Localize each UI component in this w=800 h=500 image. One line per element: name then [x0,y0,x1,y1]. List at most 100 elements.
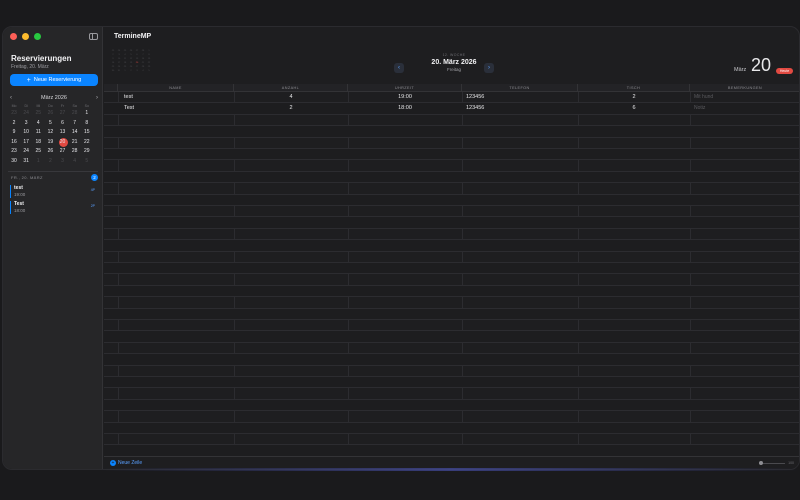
calendar-day[interactable]: 23 [8,147,20,157]
column-header-bemerkungen[interactable]: BEMERKUNGEN [690,84,799,92]
table-cell-uhrzeit[interactable]: 18:00 [348,103,462,114]
previous-day-button[interactable]: ‹ [394,63,404,73]
calendar-day[interactable]: 6 [57,119,69,129]
calendar-day[interactable]: 14 [69,128,81,138]
calendar-day[interactable]: 24 [20,147,32,157]
calendar-day[interactable]: 15 [81,128,93,138]
calendar-day[interactable]: 26 [44,147,56,157]
table-row[interactable] [104,252,799,263]
calendar-day[interactable]: 19 [44,138,56,148]
table-row[interactable] [104,308,799,320]
calendar-day[interactable]: 5 [44,119,56,129]
table-row[interactable] [104,297,799,309]
table-row[interactable] [104,354,799,366]
calendar-day[interactable]: 16 [8,138,20,148]
close-window-button[interactable] [10,33,17,40]
calendar-day[interactable]: 18 [32,138,44,148]
calendar-day[interactable]: 17 [20,138,32,148]
new-reservation-button[interactable]: + Neue Reservierung [10,74,98,86]
chevron-left-icon[interactable]: ‹ [10,95,12,101]
table-cell-tisch[interactable]: 2 [578,92,690,103]
calendar-day[interactable]: 26 [44,109,56,119]
zoom-slider[interactable] [759,461,786,465]
table-row[interactable] [104,229,799,241]
calendar-day[interactable]: 23 [8,109,20,119]
calendar-day[interactable]: 27 [57,147,69,157]
today-button[interactable]: Heute [776,68,793,74]
table-cell-telefon[interactable]: 123456 [466,92,578,103]
calendar-day[interactable]: 5 [81,157,93,167]
calendar-day[interactable]: 1 [32,157,44,167]
calendar-day[interactable]: 21 [69,138,81,148]
calendar-day[interactable]: 22 [81,138,93,148]
calendar-day[interactable]: 3 [57,157,69,167]
calendar-day[interactable]: 7 [69,119,81,129]
table-row[interactable] [104,240,799,252]
column-header-anzahl[interactable]: ANZAHL [234,84,348,92]
table-row[interactable] [104,343,799,355]
column-header-uhrzeit[interactable]: UHRZEIT [348,84,462,92]
table-row[interactable] [104,263,799,275]
zoom-window-button[interactable] [34,33,41,40]
table-row[interactable] [104,320,799,332]
new-row-button[interactable]: + Neue Zeile [110,460,142,466]
next-day-button[interactable]: › [484,63,494,73]
sidebar-toggle-icon[interactable] [89,33,98,40]
calendar-day[interactable]: 25 [32,147,44,157]
calendar-day[interactable]: 11 [32,128,44,138]
calendar-day[interactable]: 24 [20,109,32,119]
column-header-telefon[interactable]: TELEFON [462,84,578,92]
calendar-day[interactable]: 27 [57,109,69,119]
column-header-name[interactable]: NAME [118,84,234,92]
calendar-day-today[interactable]: 20 [57,138,69,148]
calendar-day[interactable]: 2 [8,119,20,129]
calendar-day[interactable]: 4 [69,157,81,167]
table-cell-tisch[interactable]: 6 [578,103,690,114]
table-row[interactable] [104,388,799,400]
table-row[interactable] [104,138,799,149]
minimize-window-button[interactable] [22,33,29,40]
agenda-item[interactable]: Test 18:00 2P [10,201,100,214]
table-row[interactable] [104,274,799,286]
agenda-item[interactable]: test 19:00 4P [10,185,100,198]
calendar-day[interactable]: 12 [44,128,56,138]
table-cell-name[interactable]: Test [124,103,234,114]
calendar-day[interactable]: 1 [81,109,93,119]
calendar-day[interactable]: 30 [8,157,20,167]
chevron-right-icon[interactable]: › [96,95,98,101]
table-row[interactable] [104,171,799,184]
table-row[interactable] [104,377,799,389]
calendar-day[interactable]: 4 [32,119,44,129]
table-row[interactable] [104,160,799,172]
table-row[interactable] [104,331,799,343]
calendar-day[interactable]: 2 [44,157,56,167]
calendar-day[interactable]: 8 [81,119,93,129]
zoom-slider-knob[interactable] [759,461,764,465]
table-row[interactable] [104,422,799,434]
table-cell-uhrzeit[interactable]: 19:00 [348,92,462,103]
calendar-day[interactable]: 13 [57,128,69,138]
calendar-day[interactable]: 25 [32,109,44,119]
table-cell-anzahl[interactable]: 4 [234,92,348,103]
table-row[interactable] [104,183,799,195]
table-row[interactable] [104,399,799,412]
table-row[interactable] [104,206,799,218]
table-row[interactable]: test 4 19:00 123456 2 Mit hund [104,92,799,104]
table-row[interactable] [104,149,799,161]
calendar-day[interactable]: 10 [20,128,32,138]
table-row[interactable] [104,126,799,138]
table-cell-telefon[interactable]: 123456 [466,103,578,114]
table-cell-bemerkung[interactable]: Notiz [694,103,799,114]
table-row[interactable] [104,194,799,206]
table-row[interactable] [104,434,799,446]
calendar-day[interactable]: 31 [20,157,32,167]
table-cell-bemerkung[interactable]: Mit hund [694,92,799,103]
toolbar-mini-calendar[interactable]: 23 24 25 26 27 28 1 2 3 4 5 6 7 8 9 10 11 12 13 14 15 16 17 18 1… [110,50,152,74]
calendar-day[interactable]: 28 [69,147,81,157]
table-cell-anzahl[interactable]: 2 [234,103,348,114]
table-row[interactable] [104,115,799,127]
table-row[interactable]: Test 2 18:00 123456 6 Notiz [104,103,799,115]
table-row[interactable] [104,366,799,377]
table-cell-name[interactable]: test [124,92,234,103]
calendar-day[interactable]: 3 [20,119,32,129]
